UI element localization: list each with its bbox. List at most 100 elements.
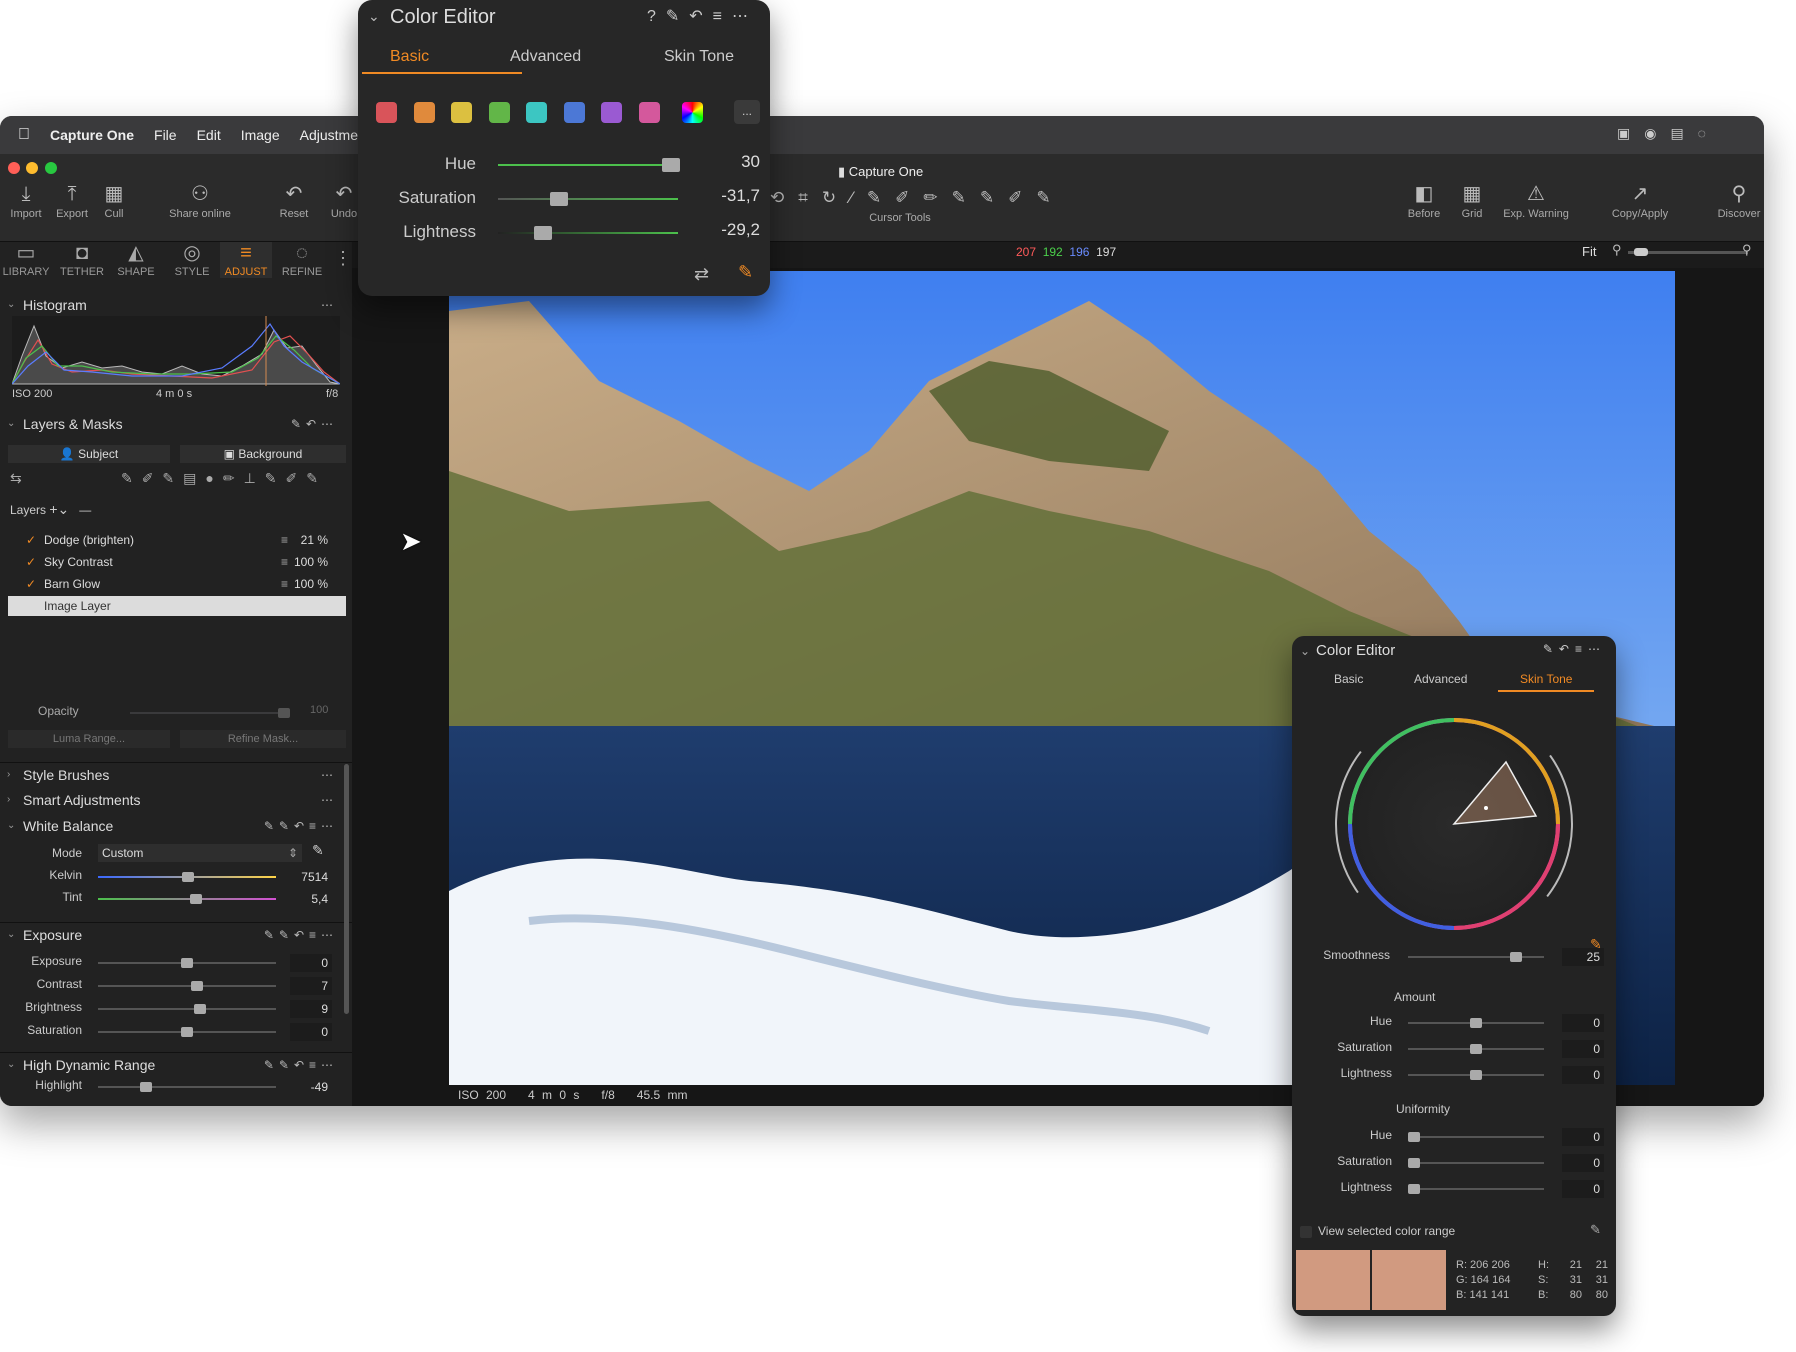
saturation-value[interactable]: -31,7 [698, 186, 760, 206]
add-layer-icon[interactable]: +⌄ [49, 501, 69, 517]
smart-adjustments-header[interactable]: › Smart Adjustments ⋯ [0, 788, 352, 812]
slider-knob[interactable] [194, 1004, 206, 1014]
color-swatch[interactable] [413, 102, 435, 123]
color-swatch[interactable] [563, 102, 585, 123]
slider-track[interactable] [1408, 1184, 1544, 1194]
slider-value[interactable]: 0 [1562, 1128, 1604, 1146]
slider-knob[interactable] [1470, 1044, 1482, 1054]
slider-value[interactable]: 0 [1562, 1180, 1604, 1198]
swap-icon[interactable]: ⇄ [694, 264, 709, 285]
tab-shape[interactable]: ◭ SHAPE [110, 242, 162, 278]
hue-value[interactable]: 30 [710, 152, 760, 172]
menu-edit[interactable]: Edit [197, 127, 221, 143]
image-layer-row[interactable]: Image Layer [8, 596, 346, 616]
highlight-slider[interactable] [98, 1082, 276, 1092]
smoothness-value[interactable]: 25 [1562, 948, 1604, 966]
hdr-header[interactable]: ⌄ High Dynamic Range ✎✎↶≡⋯ [0, 1052, 352, 1076]
layers-masks-header[interactable]: ⌄ Layers & Masks ✎↶⋯ [0, 412, 352, 436]
sliders-icon[interactable]: ≡ [281, 574, 288, 594]
more-icon[interactable]: ⋯ [321, 763, 338, 787]
style-brushes-header[interactable]: › Style Brushes ⋯ [0, 762, 352, 786]
refine-mask-button[interactable]: Refine Mask... [180, 730, 346, 748]
slider-knob[interactable] [534, 226, 552, 240]
exposure-row-value[interactable]: 7 [290, 977, 332, 995]
slider-track[interactable] [1408, 1018, 1544, 1028]
color-swatch[interactable] [638, 102, 660, 123]
tab-library[interactable]: ▭ LIBRARY [0, 242, 52, 278]
layer-row[interactable]: ✓ Barn Glow ≡ 100 % [8, 574, 346, 594]
slider-knob[interactable] [181, 1027, 193, 1037]
kelvin-value[interactable]: 7514 [290, 868, 332, 886]
tint-value[interactable]: 5,4 [290, 890, 332, 908]
zoom-window-icon[interactable] [45, 162, 57, 174]
exposure-row-value[interactable]: 9 [290, 1000, 332, 1018]
slider-value[interactable]: 0 [1562, 1066, 1604, 1084]
slider-track[interactable] [1408, 1132, 1544, 1142]
lightness-value[interactable]: -29,2 [698, 220, 760, 240]
color-swatch[interactable] [451, 102, 472, 123]
tab-advanced[interactable]: Advanced [1414, 672, 1467, 686]
slider-knob[interactable] [550, 192, 568, 206]
slider-knob[interactable] [1470, 1018, 1482, 1028]
slider-knob[interactable] [190, 894, 202, 904]
exposure-row-value[interactable]: 0 [290, 1023, 332, 1041]
chevron-down-icon[interactable]: ⌄ [1300, 644, 1310, 658]
tab-basic[interactable]: Basic [390, 48, 429, 66]
checkbox-icon[interactable]: ✓ [26, 552, 36, 572]
section-actions-icons[interactable]: ✎✎↶≡⋯ [264, 814, 338, 838]
remove-layer-icon[interactable]: — [79, 503, 91, 517]
tab-skin-tone[interactable]: Skin Tone [1520, 672, 1572, 686]
grid-button[interactable]: ▦ Grid [1442, 182, 1502, 220]
mask-tools-icons[interactable]: ⇆ ✎✐✎▤●✏⊥✎✐✎ [10, 470, 327, 487]
layer-row[interactable]: ✓ Sky Contrast ≡ 100 % [8, 552, 346, 572]
cursor-tools-icons[interactable]: ⟲⌗↻⁄✎✐✏✎✎✐✎ [770, 188, 1065, 208]
tint-slider[interactable] [98, 894, 276, 904]
slider-track[interactable] [1408, 1158, 1544, 1168]
fit-label[interactable]: Fit [1582, 244, 1596, 259]
menu-app-name[interactable]: Capture One [50, 127, 134, 143]
background-mask-button[interactable]: ▣ Background [180, 445, 346, 463]
color-picker-icon[interactable]: ✎ [738, 262, 753, 283]
tab-skin-tone[interactable]: Skin Tone [664, 48, 734, 66]
skin-tone-color-wheel[interactable] [1296, 700, 1612, 940]
panel-header-icons[interactable]: ?✎↶≡⋯ [647, 6, 758, 26]
histogram-header[interactable]: ⌄ Histogram ⋯ [0, 293, 352, 317]
wb-mode-select[interactable]: Custom ⇕ [98, 844, 302, 862]
zoom-out-icon[interactable]: ⚲ [1612, 242, 1622, 258]
more-tabs-icon[interactable]: ⋮ [334, 248, 352, 269]
color-swatch[interactable] [601, 102, 622, 123]
layers-actions-icons[interactable]: ✎↶⋯ [291, 412, 338, 436]
slider-knob[interactable] [1408, 1158, 1420, 1168]
zoom-in-icon[interactable]: ⚲ [1742, 242, 1752, 258]
more-icon[interactable]: ⋯ [321, 788, 338, 812]
checkbox-icon[interactable]: ✓ [26, 530, 36, 550]
smoothness-slider[interactable] [1408, 952, 1544, 962]
slider-knob[interactable] [191, 981, 203, 991]
lightness-slider[interactable] [498, 226, 678, 240]
slider-value[interactable]: 0 [1562, 1040, 1604, 1058]
tab-refine[interactable]: ◌ REFINE [276, 242, 328, 278]
tab-adjust[interactable]: ≡ ADJUST [220, 242, 272, 278]
slider-knob[interactable] [1470, 1070, 1482, 1080]
view-range-checkbox[interactable] [1300, 1226, 1312, 1238]
layer-row[interactable]: ✓ Dodge (brighten) ≡ 21 % [8, 530, 346, 550]
menu-image[interactable]: Image [241, 127, 280, 143]
exposure-header[interactable]: ⌄ Exposure ✎✎↶≡⋯ [0, 922, 352, 946]
more-colors-button[interactable]: ... [734, 100, 760, 124]
all-colors-swatch[interactable] [682, 102, 703, 123]
menu-file[interactable]: File [154, 127, 177, 143]
exp-warning-button[interactable]: ⚠ Exp. Warning [1496, 182, 1576, 220]
exposure-row-slider[interactable] [98, 1027, 276, 1037]
slider-knob[interactable] [662, 158, 680, 172]
subject-mask-button[interactable]: 👤 Subject [8, 445, 170, 463]
slider-knob[interactable] [1510, 952, 1522, 962]
slider-track[interactable] [1408, 1070, 1544, 1080]
share-online-button[interactable]: ⚇ Share online [164, 182, 236, 220]
exposure-row-value[interactable]: 0 [290, 954, 332, 972]
slider-knob[interactable] [181, 958, 193, 968]
sliders-icon[interactable]: ≡ [281, 530, 288, 550]
status-icons[interactable]: ▣◉▤◌ [1617, 125, 1720, 142]
slider-knob[interactable] [140, 1082, 152, 1092]
minimize-window-icon[interactable] [26, 162, 38, 174]
section-actions-icons[interactable]: ✎✎↶≡⋯ [264, 1053, 338, 1077]
